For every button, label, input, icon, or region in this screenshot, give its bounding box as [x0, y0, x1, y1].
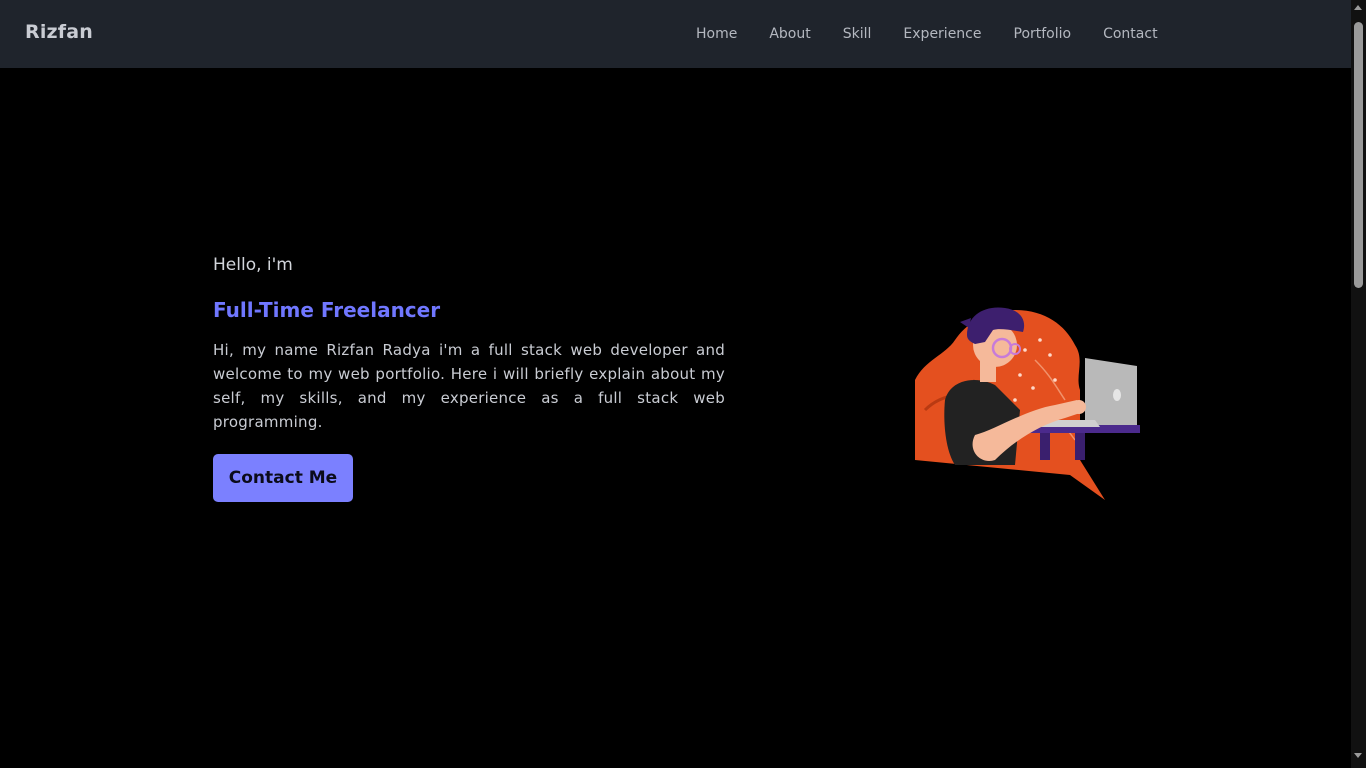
- page: Rizfan Home About Skill Experience Portf…: [0, 0, 1366, 768]
- nav-link-skill[interactable]: Skill: [827, 26, 888, 42]
- nav-link-home[interactable]: Home: [680, 26, 753, 42]
- contact-me-button[interactable]: Contact Me: [213, 454, 353, 502]
- nav-link-contact[interactable]: Contact: [1087, 26, 1173, 42]
- nav-link-experience[interactable]: Experience: [887, 26, 997, 42]
- navbar: Rizfan Home About Skill Experience Portf…: [0, 0, 1351, 68]
- hero-role: Full-Time Freelancer: [213, 298, 441, 322]
- brand-logo[interactable]: Rizfan: [25, 21, 93, 43]
- scroll-thumb[interactable]: [1354, 22, 1363, 288]
- hero-intro: Hi, my name Rizfan Radya i'm a full stac…: [213, 341, 725, 431]
- hero-text: Hello, i'm Full-Time Freelancer Hi, my n…: [213, 255, 725, 502]
- nav-links: Home About Skill Experience Portfolio Co…: [680, 0, 1174, 68]
- hero-greeting: Hello, i'm: [213, 255, 293, 275]
- nav-link-about[interactable]: About: [753, 26, 826, 42]
- nav-link-portfolio[interactable]: Portfolio: [998, 26, 1088, 42]
- developer-illustration-icon: [905, 300, 1145, 500]
- scroll-down-arrow-icon[interactable]: [1354, 753, 1362, 758]
- vertical-scrollbar[interactable]: [1351, 0, 1366, 768]
- scroll-up-arrow-icon[interactable]: [1354, 5, 1362, 10]
